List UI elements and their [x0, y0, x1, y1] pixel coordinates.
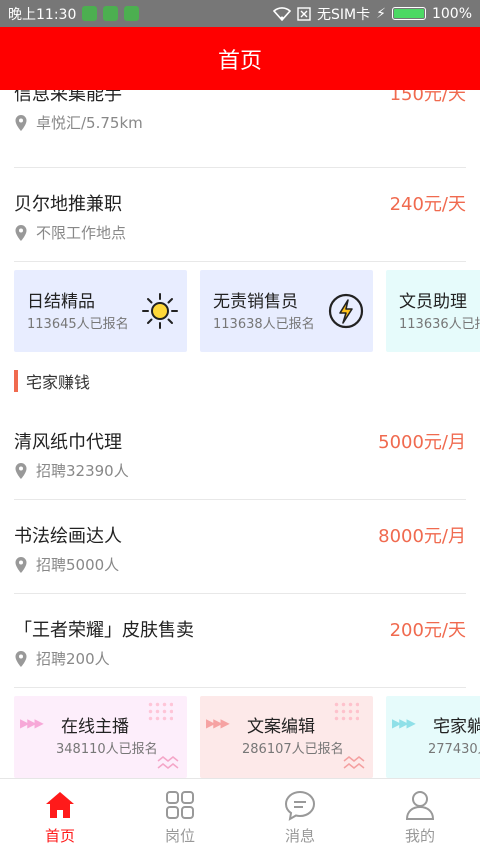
location-pin-icon — [15, 224, 27, 241]
wifi-icon — [273, 6, 292, 21]
tab-label: 消息 — [284, 827, 315, 845]
main-content[interactable]: 信息采集能手 150元/天 卓悦汇/5.75km 贝尔地推兼职 240元/天 不… — [0, 90, 480, 778]
wave-icon — [157, 756, 179, 769]
category-cards[interactable]: ▶▶▶ 在线主播 348110人已报名 ▶▶▶ 文案编辑 286107人已报名 … — [14, 696, 480, 778]
job-pay: 200元/天 — [389, 620, 466, 641]
arrows-icon: ▶▶▶ — [20, 716, 44, 730]
section-title: 宅家赚钱 — [26, 373, 91, 392]
location-pin-icon — [15, 556, 27, 573]
job-location: 不限工作地点 — [14, 222, 126, 243]
job-item[interactable]: 贝尔地推兼职 240元/天 不限工作地点 — [14, 168, 466, 262]
wave-icon — [343, 756, 365, 769]
job-title: 书法绘画达人 — [14, 526, 122, 547]
job-hiring-text: 招聘32390人 — [36, 462, 129, 480]
home-icon — [46, 792, 74, 818]
header-bar: 首页 — [0, 27, 480, 90]
card-signups: 348110人已报名 — [56, 742, 158, 757]
job-hiring-text: 招聘200人 — [36, 650, 110, 668]
job-pay: 8000元/月 — [378, 526, 466, 547]
card-title: 文员助理 — [399, 292, 467, 312]
category-card[interactable]: ▶▶▶ 宅家躺 277430人 — [386, 696, 480, 778]
bottom-tab-bar: 首页 岗位 消息 我的 — [0, 778, 480, 853]
page-title: 首页 — [217, 48, 262, 74]
charging-icon: ⚡ — [376, 5, 386, 22]
section-accent-bar — [14, 370, 18, 392]
lightning-icon — [328, 293, 364, 329]
app-notification-icon — [82, 6, 98, 21]
user-icon — [405, 791, 435, 820]
battery-percent: 100% — [431, 5, 472, 22]
feature-card[interactable]: 无责销售员 113638人已报名 — [200, 270, 373, 352]
feature-cards[interactable]: 日结精品 113645人已报名 无责销售员 113638人已报名 文员助理 11… — [14, 270, 480, 352]
grid-icon — [166, 791, 194, 819]
job-hiring: 招聘32390人 — [14, 460, 129, 481]
card-signups: 277430人 — [428, 742, 480, 757]
sim-icon — [297, 6, 311, 21]
arrows-icon: ▶▶▶ — [392, 716, 416, 730]
tab-positions[interactable]: 岗位 — [120, 779, 240, 853]
card-signups: 113636人已报名 — [399, 317, 480, 332]
tab-label: 首页 — [44, 827, 75, 845]
arrows-icon: ▶▶▶ — [206, 716, 230, 730]
card-title: 宅家躺 — [433, 717, 480, 737]
card-title: 无责销售员 — [213, 292, 298, 312]
card-title: 文案编辑 — [247, 717, 315, 737]
location-pin-icon — [15, 650, 27, 667]
card-signups: 113638人已报名 — [213, 317, 315, 332]
status-bar: 晚上11:30 无SIM卡 ⚡ 100% — [0, 0, 480, 27]
sim-status: 无SIM卡 — [317, 6, 371, 23]
job-item[interactable]: 清风纸巾代理 5000元/月 招聘32390人 — [14, 406, 466, 500]
tab-label: 岗位 — [164, 827, 195, 845]
job-title: 「王者荣耀」皮肤售卖 — [14, 620, 194, 641]
job-hiring: 招聘200人 — [14, 648, 110, 669]
feature-card[interactable]: 文员助理 113636人已报名 — [386, 270, 480, 352]
category-card[interactable]: ▶▶▶ 在线主播 348110人已报名 — [14, 696, 187, 778]
location-pin-icon — [15, 462, 27, 479]
card-signups: 113645人已报名 — [27, 317, 129, 332]
app-notification-icon — [124, 6, 140, 21]
dots-decoration — [147, 701, 173, 721]
job-title: 清风纸巾代理 — [14, 432, 122, 453]
job-pay: 150元/天 — [389, 90, 466, 105]
tab-label: 我的 — [404, 827, 435, 845]
job-location-text: 不限工作地点 — [36, 224, 127, 242]
tab-messages[interactable]: 消息 — [240, 779, 360, 853]
status-time: 晚上11:30 — [8, 6, 77, 23]
job-title: 贝尔地推兼职 — [14, 194, 122, 215]
app-notification-icon — [103, 6, 119, 21]
job-item[interactable]: 信息采集能手 150元/天 卓悦汇/5.75km — [14, 90, 466, 168]
job-location-text: 卓悦汇/5.75km — [36, 114, 143, 132]
job-item[interactable]: 书法绘画达人 8000元/月 招聘5000人 — [14, 500, 466, 594]
job-hiring: 招聘5000人 — [14, 554, 119, 575]
job-item[interactable]: 「王者荣耀」皮肤售卖 200元/天 招聘200人 — [14, 594, 466, 688]
card-signups: 286107人已报名 — [242, 742, 344, 757]
tab-profile[interactable]: 我的 — [360, 779, 480, 853]
battery-icon — [391, 7, 426, 20]
category-card[interactable]: ▶▶▶ 文案编辑 286107人已报名 — [200, 696, 373, 778]
card-title: 日结精品 — [27, 292, 95, 312]
section-header: 宅家赚钱 — [14, 369, 90, 393]
job-title: 信息采集能手 — [14, 90, 122, 105]
dots-decoration — [333, 701, 359, 721]
job-pay: 240元/天 — [389, 194, 466, 215]
message-icon — [284, 790, 316, 821]
job-pay: 5000元/月 — [378, 432, 466, 453]
card-title: 在线主播 — [61, 717, 129, 737]
sun-icon — [142, 293, 178, 329]
job-location: 卓悦汇/5.75km — [14, 112, 143, 133]
tab-home[interactable]: 首页 — [0, 779, 120, 853]
feature-card[interactable]: 日结精品 113645人已报名 — [14, 270, 187, 352]
job-hiring-text: 招聘5000人 — [36, 556, 120, 574]
location-pin-icon — [15, 114, 27, 131]
